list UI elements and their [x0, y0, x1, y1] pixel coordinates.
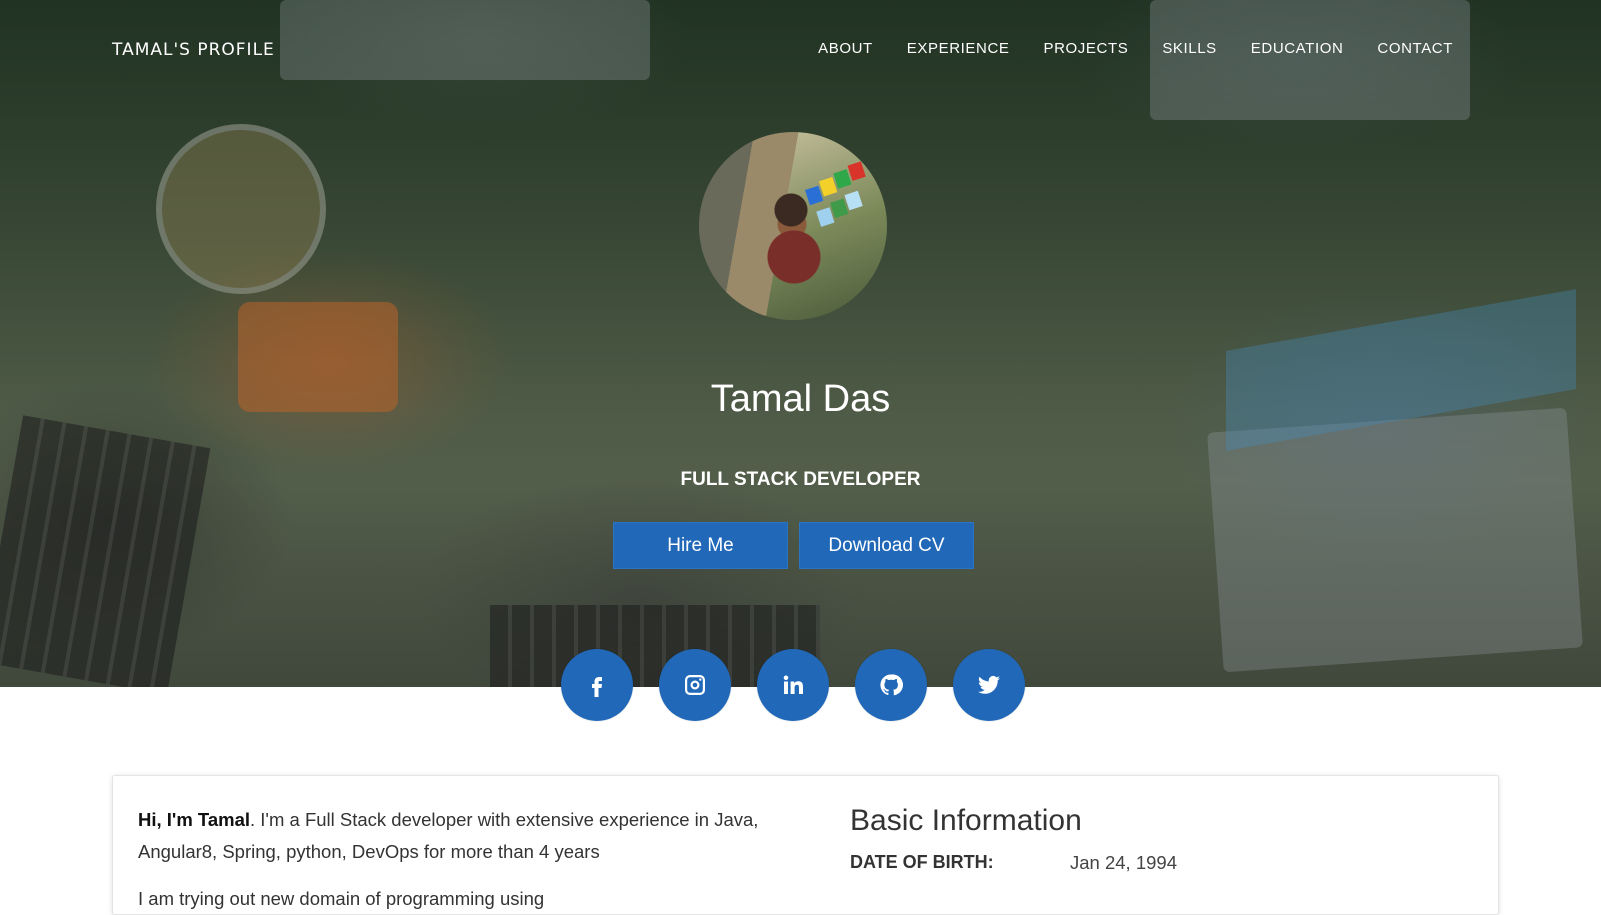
laptop-decor [1207, 407, 1583, 673]
navbar: TAMAL'S PROFILE ABOUT EXPERIENCE PROJECT… [0, 0, 1601, 104]
instagram-link[interactable] [659, 649, 731, 721]
profile-name: Tamal Das [710, 378, 891, 420]
intro-greeting: Hi, I'm Tamal [138, 809, 251, 830]
profile-role: FULL STACK DEVELOPER [680, 469, 921, 490]
twitter-link[interactable] [953, 649, 1025, 721]
about-card: Hi, I'm Tamal. I'm a Full Stack develope… [112, 775, 1499, 915]
twitter-icon [978, 675, 1000, 694]
nav-skills[interactable]: SKILLS [1162, 40, 1216, 57]
intro-paragraph: Hi, I'm Tamal. I'm a Full Stack develope… [138, 804, 778, 868]
social-links [561, 649, 1051, 721]
nav-contact[interactable]: CONTACT [1377, 40, 1453, 57]
avatar [699, 132, 887, 320]
nav-about[interactable]: ABOUT [818, 40, 873, 57]
nav-projects[interactable]: PROJECTS [1044, 40, 1129, 57]
instagram-icon [685, 675, 705, 695]
facebook-icon [592, 677, 602, 697]
dob-value: Jan 24, 1994 [1070, 852, 1177, 873]
github-link[interactable] [855, 649, 927, 721]
facebook-link[interactable] [561, 649, 633, 721]
hero-background: TAMAL'S PROFILE ABOUT EXPERIENCE PROJECT… [0, 0, 1601, 687]
nav-experience[interactable]: EXPERIENCE [907, 40, 1010, 57]
dob-label: DATE OF BIRTH: [850, 852, 994, 872]
github-icon [880, 674, 903, 696]
basic-info-title: Basic Information [850, 804, 1082, 837]
nav-links: ABOUT EXPERIENCE PROJECTS SKILLS EDUCATI… [784, 40, 1453, 57]
laptop-keyboard-decor [0, 415, 211, 687]
download-cv-button[interactable]: Download CV [799, 522, 974, 569]
hire-me-button[interactable]: Hire Me [613, 522, 788, 569]
nav-education[interactable]: EDUCATION [1251, 40, 1344, 57]
prayer-flags-decor [802, 159, 887, 247]
bowl-decor [156, 124, 326, 294]
linkedin-icon [783, 675, 803, 694]
intro-paragraph-2: I am trying out new domain of programmin… [138, 888, 545, 909]
brand-link[interactable]: TAMAL'S PROFILE [112, 40, 275, 60]
linkedin-link[interactable] [757, 649, 829, 721]
